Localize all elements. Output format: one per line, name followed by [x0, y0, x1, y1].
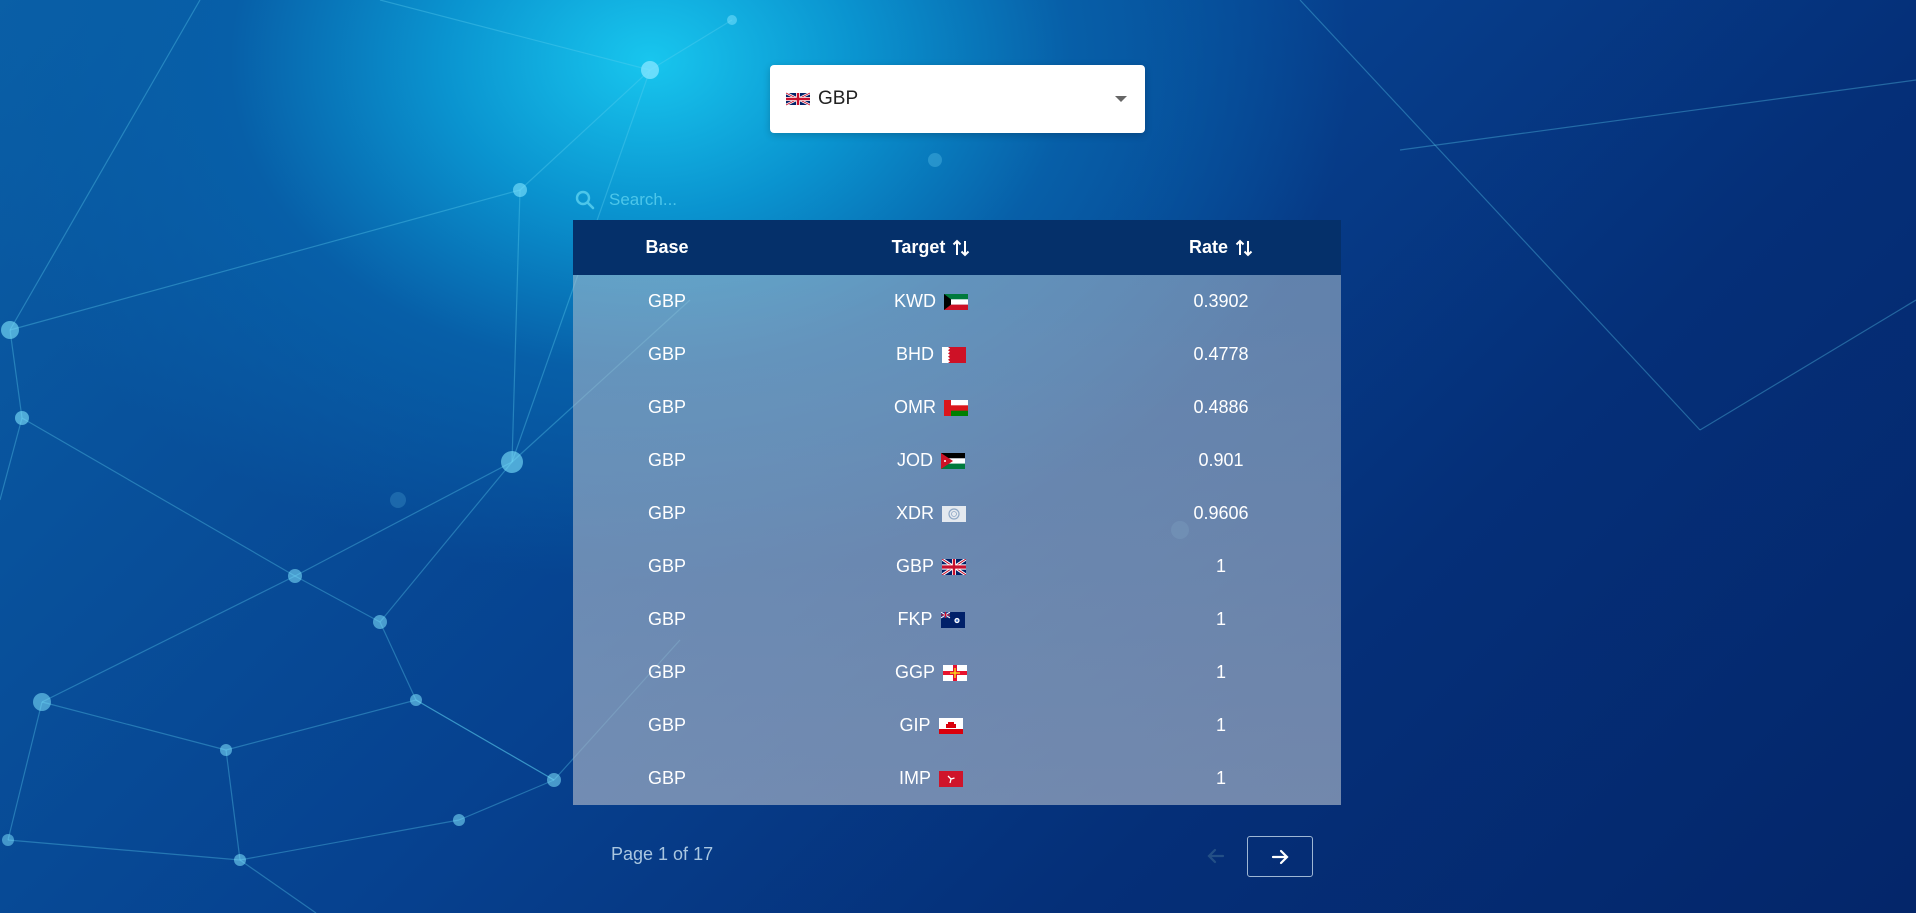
rate-cell: 1	[1215, 556, 1226, 576]
target-code: GGP	[894, 662, 935, 682]
arrow-right-icon	[1271, 849, 1289, 864]
rate-cell: 0.4778	[1193, 344, 1249, 364]
rate-cell: 1	[1215, 609, 1226, 629]
pagination-label: Page 1 of 17	[611, 844, 714, 864]
target-cell: XDR	[761, 503, 1101, 524]
base-cell: GBP	[647, 503, 686, 523]
base-cell: GBP	[647, 344, 686, 364]
jo-flag-icon	[941, 452, 965, 469]
table-row: GBP XDR 0.9606	[573, 487, 1341, 540]
column-header-base: Base	[645, 237, 689, 257]
table-row: GBP FKP 1	[573, 593, 1341, 646]
column-header-target-label: Target	[891, 237, 946, 257]
rates-table: Base Target Rate GBP KWD 0.3902 GBP BHD …	[573, 220, 1341, 805]
base-cell: GBP	[647, 662, 686, 682]
rate-cell: 1	[1215, 662, 1226, 682]
target-cell: GBP	[761, 556, 1101, 577]
fk-flag-icon	[940, 611, 965, 628]
table-row: GBP OMR 0.4886	[573, 381, 1341, 434]
target-code: KWD	[894, 291, 936, 311]
table-row: GBP GGP 1	[573, 646, 1341, 699]
target-code: BHD	[895, 344, 934, 364]
target-code: XDR	[895, 503, 934, 523]
om-flag-icon	[944, 399, 968, 416]
selected-currency-label: GBP	[818, 88, 859, 109]
imf-flag-icon	[942, 505, 966, 522]
im-flag-icon	[939, 770, 963, 787]
table-row: GBP BHD 0.4778	[573, 328, 1341, 381]
chevron-down-icon	[1115, 96, 1127, 102]
target-cell: GIP	[761, 715, 1101, 736]
base-cell: GBP	[647, 556, 686, 576]
target-cell: IMP	[761, 768, 1101, 789]
previous-page-button[interactable]	[1200, 840, 1232, 872]
target-cell: JOD	[761, 450, 1101, 471]
rate-cell: 1	[1215, 768, 1226, 788]
target-code: OMR	[894, 397, 936, 417]
base-cell: GBP	[647, 768, 686, 788]
target-cell: GGP	[761, 662, 1101, 683]
column-header-rate-label: Rate	[1188, 237, 1228, 257]
base-cell: GBP	[647, 397, 686, 417]
rate-cell: 0.901	[1198, 450, 1244, 470]
search-icon	[575, 190, 595, 210]
gb-flag-icon	[942, 558, 966, 575]
table-row: GBP GBP 1	[573, 540, 1341, 593]
base-cell: GBP	[647, 715, 686, 735]
table-row: GBP IMP 1	[573, 752, 1341, 805]
rate-cell: 0.4886	[1193, 397, 1249, 417]
next-page-button[interactable]	[1247, 836, 1313, 877]
sort-icon[interactable]	[1235, 238, 1253, 258]
kw-flag-icon	[944, 293, 968, 310]
rate-cell: 1	[1215, 715, 1226, 735]
base-cell: GBP	[647, 609, 686, 629]
base-currency-select[interactable]: GBP	[770, 65, 1145, 133]
rate-cell: 0.3902	[1193, 291, 1249, 311]
column-header-rate[interactable]: Rate	[1101, 237, 1341, 258]
table-row: GBP JOD 0.901	[573, 434, 1341, 487]
target-code: IMP	[898, 768, 931, 788]
gb-flag-icon	[786, 91, 810, 107]
base-cell: GBP	[647, 450, 686, 470]
target-code: GIP	[899, 715, 931, 735]
target-cell: FKP	[761, 609, 1101, 630]
target-code: FKP	[897, 609, 933, 629]
target-code: GBP	[895, 556, 934, 576]
sort-icon[interactable]	[952, 238, 970, 258]
arrow-left-icon	[1207, 848, 1225, 864]
search-bar	[573, 183, 839, 217]
base-cell: GBP	[647, 291, 686, 311]
table-body: GBP KWD 0.3902 GBP BHD 0.4778 GBP OMR 0.…	[573, 275, 1341, 805]
target-cell: OMR	[761, 397, 1101, 418]
target-code: JOD	[897, 450, 933, 470]
column-header-target[interactable]: Target	[761, 237, 1101, 258]
gi-flag-icon	[938, 717, 963, 734]
target-cell: KWD	[761, 291, 1101, 312]
table-row: GBP GIP 1	[573, 699, 1341, 752]
rate-cell: 0.9606	[1193, 503, 1249, 523]
bh-flag-icon	[942, 346, 966, 363]
table-header: Base Target Rate	[573, 220, 1341, 275]
gg-flag-icon	[943, 664, 967, 681]
search-input[interactable]	[607, 189, 831, 211]
table-row: GBP KWD 0.3902	[573, 275, 1341, 328]
target-cell: BHD	[761, 344, 1101, 365]
